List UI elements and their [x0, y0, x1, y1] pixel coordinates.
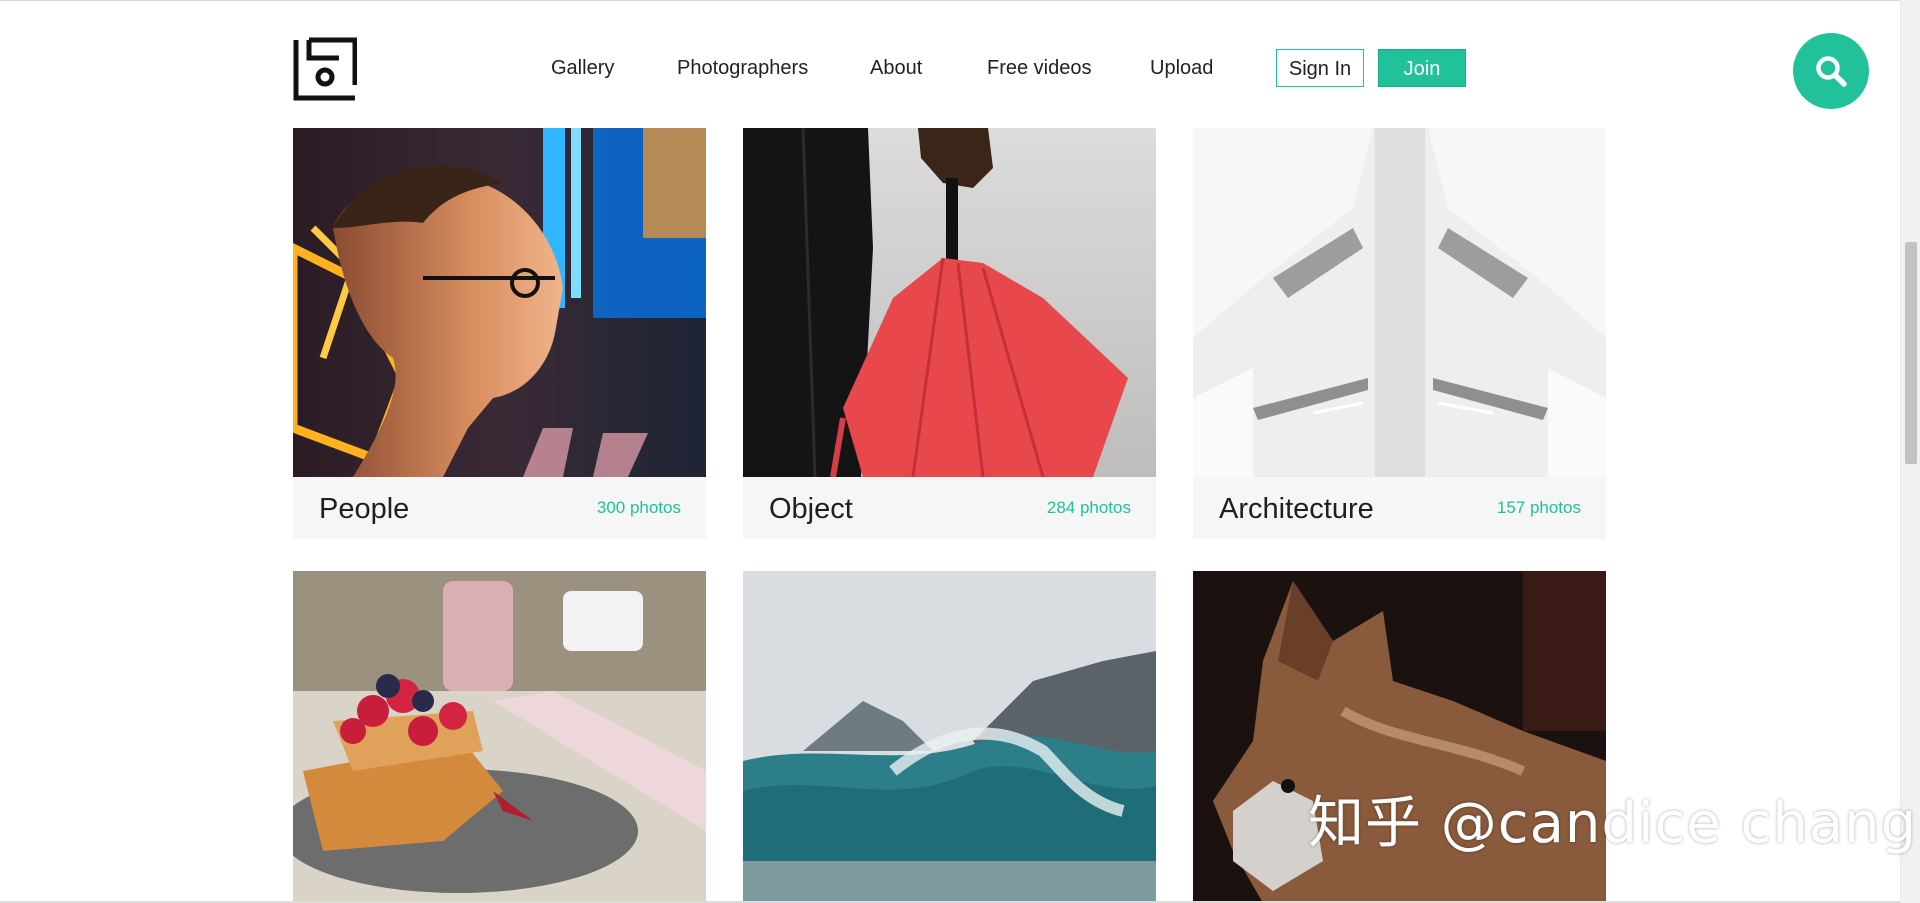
category-caption: Object 284 photos: [743, 477, 1156, 539]
category-card-architecture[interactable]: Architecture 157 photos: [1193, 128, 1606, 539]
people-photo: [293, 128, 706, 477]
nav-upload[interactable]: Upload: [1150, 57, 1213, 80]
nature-photo: [743, 571, 1156, 903]
category-photo-count: 157 photos: [1496, 498, 1581, 517]
nav-photographers[interactable]: Photographers: [677, 57, 808, 80]
category-title: Object: [769, 493, 853, 525]
sign-in-button[interactable]: Sign In: [1276, 49, 1364, 87]
nav-gallery[interactable]: Gallery: [551, 57, 614, 80]
category-card-people[interactable]: People 300 photos: [293, 128, 706, 539]
category-photo-count: 300 photos: [596, 498, 681, 517]
food-photo: [293, 571, 706, 903]
site-header: Gallery Photographers About Free videos …: [0, 1, 1900, 127]
category-card-nature[interactable]: [743, 571, 1156, 903]
category-title: People: [319, 493, 410, 525]
architecture-photo: [1193, 128, 1606, 477]
nav-about[interactable]: About: [870, 57, 922, 80]
page-scrollbar[interactable]: [1900, 0, 1920, 903]
object-photo: [743, 128, 1156, 477]
category-caption: People 300 photos: [293, 477, 706, 539]
category-photo-count: 284 photos: [1046, 498, 1131, 517]
watermark: 知乎 @candice chang: [1308, 791, 1918, 856]
category-card-food[interactable]: [293, 571, 706, 903]
search-button[interactable]: [1793, 33, 1869, 109]
join-button[interactable]: Join: [1378, 49, 1466, 87]
category-caption: Architecture 157 photos: [1193, 477, 1606, 539]
nav-free-videos[interactable]: Free videos: [987, 57, 1092, 80]
site-logo-icon[interactable]: [293, 37, 358, 101]
scrollbar-thumb[interactable]: [1905, 242, 1917, 464]
search-icon: [1816, 56, 1847, 87]
category-card-object[interactable]: Object 284 photos: [743, 128, 1156, 539]
category-title: Architecture: [1219, 493, 1374, 525]
